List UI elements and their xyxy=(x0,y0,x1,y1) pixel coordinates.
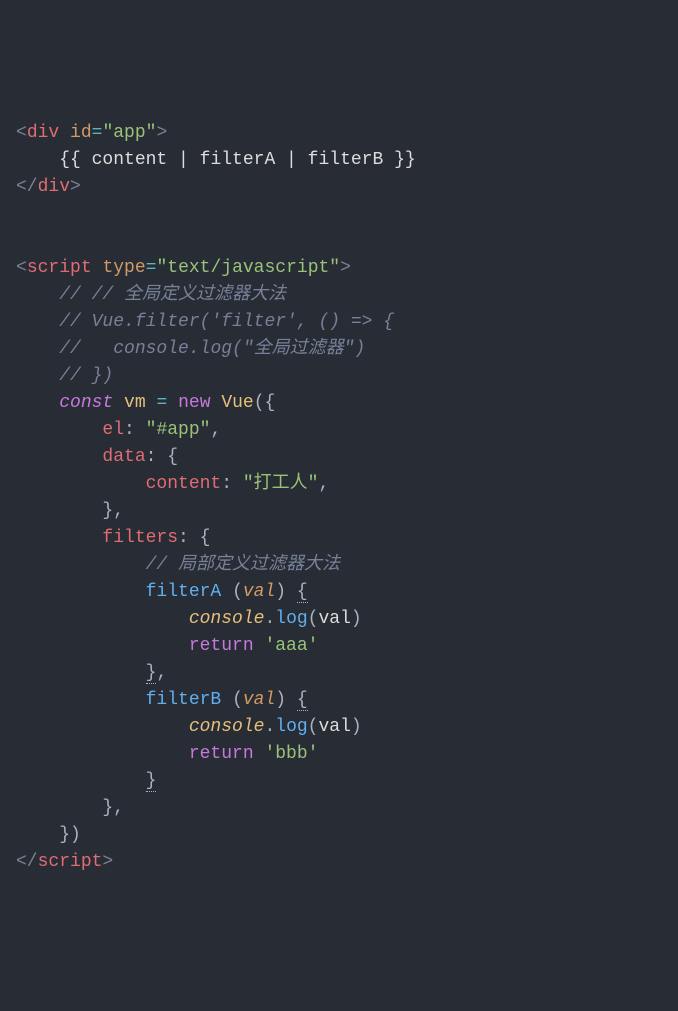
angle-close: > xyxy=(102,852,113,872)
angle-close: > xyxy=(70,177,81,197)
op-eq: = xyxy=(156,393,167,413)
template-expression: {{ content | filterA | filterB }} xyxy=(59,150,415,170)
attr-type: type xyxy=(102,258,145,278)
comment-line: // // 全局定义过滤器大法 xyxy=(59,285,286,305)
angle-open-slash: </ xyxy=(16,852,38,872)
angle-close: > xyxy=(340,258,351,278)
tag-div-close: div xyxy=(38,177,70,197)
fn-filterA: filterA xyxy=(146,582,222,602)
kw-return: return xyxy=(189,636,254,656)
tag-script: script xyxy=(27,258,92,278)
tag-div: div xyxy=(27,123,59,143)
arg-val2: val xyxy=(318,717,350,737)
prop-filters: filters xyxy=(102,528,178,548)
kw-const: const xyxy=(59,393,113,413)
angle-close: > xyxy=(156,123,167,143)
kw-return2: return xyxy=(189,744,254,764)
comment-line: // }) xyxy=(59,366,113,386)
fn-log2: log xyxy=(275,717,307,737)
paren-open: ({ xyxy=(254,393,276,413)
prop-data: data xyxy=(102,447,145,467)
val-textjs: "text/javascript" xyxy=(156,258,340,278)
tag-script-close: script xyxy=(38,852,103,872)
comment-line: // 局部定义过滤器大法 xyxy=(146,555,340,575)
builtin-console2: console xyxy=(189,717,265,737)
val-content: "打工人" xyxy=(243,474,319,494)
comment-line: // Vue.filter('filter', () => { xyxy=(59,312,394,332)
param-val: val xyxy=(243,582,275,602)
angle-open-slash: </ xyxy=(16,177,38,197)
class-vue: Vue xyxy=(221,393,253,413)
param-val2: val xyxy=(243,690,275,710)
val-app: "app" xyxy=(102,123,156,143)
arg-val: val xyxy=(318,609,350,629)
fn-log: log xyxy=(275,609,307,629)
equals-icon: = xyxy=(146,258,157,278)
code-editor[interactable]: <div id="app"> {{ content | filterA | fi… xyxy=(16,120,662,876)
str-aaa: 'aaa' xyxy=(264,636,318,656)
builtin-console: console xyxy=(189,609,265,629)
fn-filterB: filterB xyxy=(146,690,222,710)
val-elapp: "#app" xyxy=(146,420,211,440)
kw-new: new xyxy=(178,393,210,413)
prop-content: content xyxy=(146,474,222,494)
str-bbb: 'bbb' xyxy=(264,744,318,764)
attr-id: id xyxy=(70,123,92,143)
angle-open: < xyxy=(16,123,27,143)
comment-line: // console.log("全局过滤器") xyxy=(59,339,365,359)
var-vm: vm xyxy=(124,393,146,413)
equals-icon: = xyxy=(92,123,103,143)
angle-open: < xyxy=(16,258,27,278)
prop-el: el xyxy=(102,420,124,440)
